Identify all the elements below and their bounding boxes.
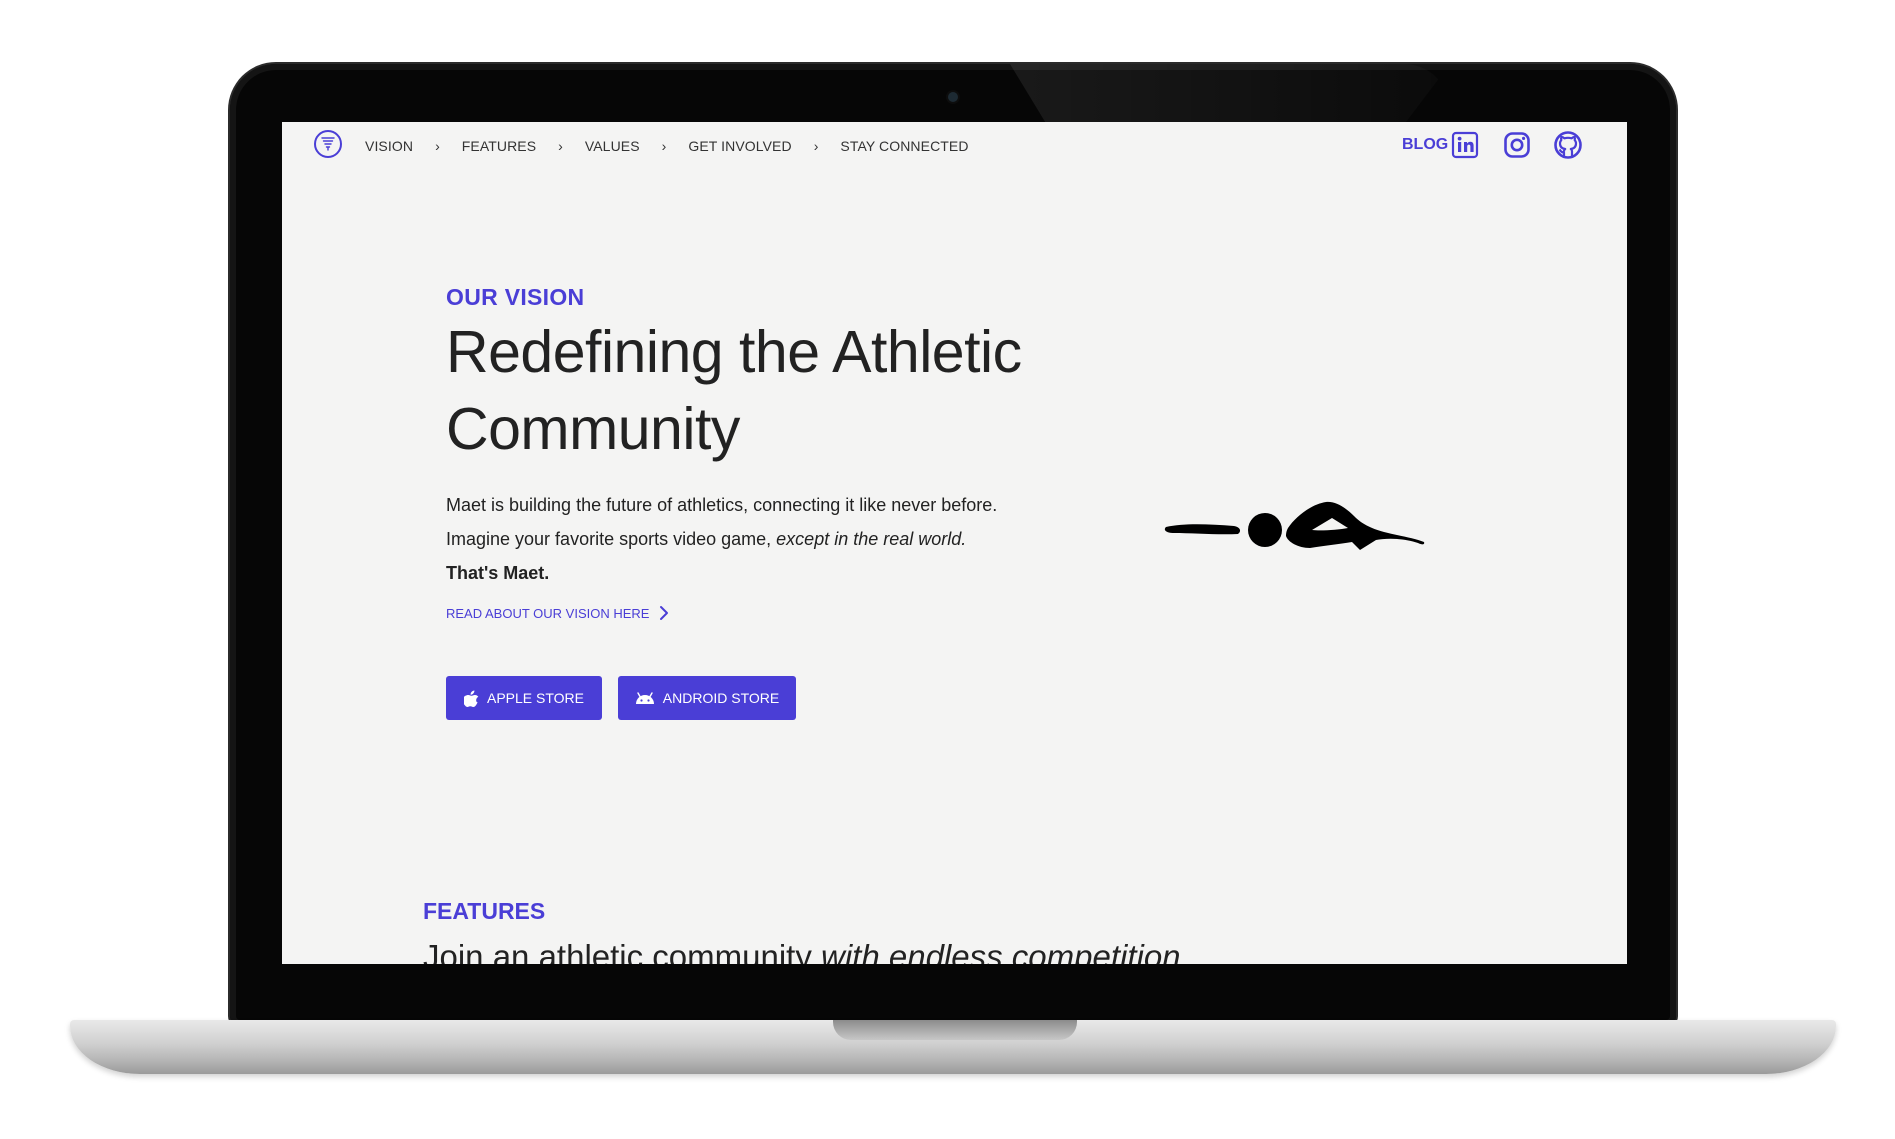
blog-link[interactable]: BLOG: [1402, 136, 1448, 154]
nav-vision[interactable]: VISION: [365, 138, 413, 154]
swimmer-icon: [1162, 490, 1432, 565]
chevron-right-icon: ›: [661, 138, 667, 154]
features-title-text: Join an athletic community: [423, 938, 822, 964]
hero-line-2-text: Imagine your favorite sports video game,: [446, 529, 777, 549]
section-eyebrow-vision: OUR VISION: [446, 284, 585, 310]
chevron-right-icon: ›: [435, 138, 440, 154]
chevron-right-icon: ›: [813, 138, 819, 154]
apple-icon: [463, 690, 479, 707]
android-icon: [635, 691, 654, 704]
nav-features[interactable]: FEATURES: [462, 138, 536, 154]
features-title: Join an athletic community with endless …: [423, 938, 1181, 964]
linkedin-icon[interactable]: [1450, 130, 1480, 160]
read-vision-label: READ ABOUT OUR VISION HERE: [446, 605, 650, 621]
chevron-right-icon: ›: [558, 138, 563, 154]
apple-store-button[interactable]: APPLE STORE: [446, 676, 602, 720]
maet-logo-icon[interactable]: [314, 130, 342, 158]
section-eyebrow-features: FEATURES: [423, 898, 546, 924]
nav-get-involved[interactable]: GET INVOLVED: [688, 138, 791, 154]
chevron-right-icon: [660, 606, 669, 620]
instagram-icon[interactable]: [1502, 130, 1532, 160]
hero-description: Maet is building the future of athletics…: [446, 488, 1066, 590]
features-title-emphasis: with endless competition: [821, 938, 1181, 964]
android-store-button[interactable]: ANDROID STORE: [618, 676, 796, 720]
nav-links: VISION › FEATURES › VALUES › GET INVOLVE…: [365, 138, 969, 154]
hero-title: Redefining the Athletic Community: [446, 319, 1022, 462]
hero-tagline: That's Maet.: [446, 563, 550, 583]
bezel-glare: [1010, 64, 1450, 122]
hero-line-1: Maet is building the future of athletics…: [446, 495, 998, 515]
apple-store-label: APPLE STORE: [486, 690, 584, 706]
hero-line-2: Imagine your favorite sports video game,…: [446, 522, 1066, 556]
hero-line-2-emphasis: except in the real world.: [776, 529, 967, 549]
nav-values[interactable]: VALUES: [585, 138, 640, 154]
nav-stay-connected[interactable]: STAY CONNECTED: [840, 138, 968, 154]
top-navigation: VISION › FEATURES › VALUES › GET INVOLVE…: [282, 122, 1627, 170]
webcam-icon: [948, 92, 958, 102]
github-icon[interactable]: [1553, 130, 1583, 160]
hero-line-3: That's Maet.: [446, 556, 1066, 590]
website-screen: VISION › FEATURES › VALUES › GET INVOLVE…: [282, 122, 1627, 964]
android-store-label: ANDROID STORE: [662, 690, 780, 706]
laptop-hinge-notch: [833, 1020, 1077, 1040]
read-vision-link[interactable]: READ ABOUT OUR VISION HERE: [446, 605, 669, 621]
